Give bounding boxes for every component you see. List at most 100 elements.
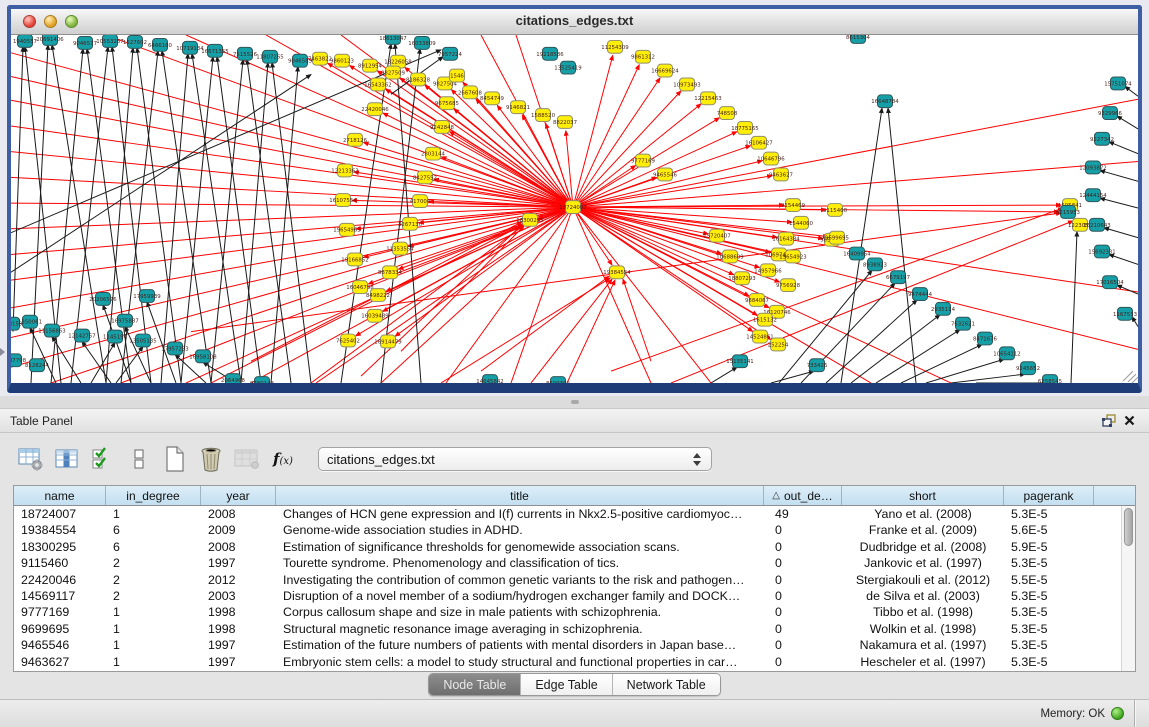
network-node[interactable]: 8454749 xyxy=(480,92,505,105)
table-row[interactable]: 2242004622012Investigating the contribut… xyxy=(14,572,1135,588)
table-cell[interactable]: Estimation of significance thresholds fo… xyxy=(276,539,764,555)
network-node[interactable]: 8878334 xyxy=(378,266,403,279)
table-cell[interactable]: 2008 xyxy=(201,539,276,555)
network-node[interactable]: 9245652 xyxy=(1016,362,1040,375)
column-visibility-icon[interactable] xyxy=(52,445,82,473)
table-cell[interactable]: 5.3E-5 xyxy=(1004,637,1094,653)
table-row[interactable]: 977716911998Corpus callosum shape and si… xyxy=(14,604,1135,620)
float-window-icon[interactable] xyxy=(1099,412,1119,430)
network-canvas[interactable]: 1940557206914069046577105532871527602646… xyxy=(11,35,1138,383)
network-node[interactable]: 16975887 xyxy=(111,314,138,327)
table-cell[interactable]: 1997 xyxy=(201,654,276,670)
network-node[interactable]: 2718126 xyxy=(343,133,368,146)
table-cell[interactable]: 5.3E-5 xyxy=(1004,621,1094,637)
table-cell[interactable]: 19384554 xyxy=(14,522,106,538)
network-edge[interactable] xyxy=(1132,317,1138,327)
network-node[interactable]: 10654112 xyxy=(993,347,1020,360)
network-edge[interactable] xyxy=(11,75,311,273)
network-edge[interactable] xyxy=(623,279,651,361)
table-cell[interactable]: 5.9E-5 xyxy=(1004,539,1094,555)
splitter-grip[interactable] xyxy=(571,400,579,404)
network-node[interactable]: 7632621 xyxy=(951,317,975,330)
network-edge[interactable] xyxy=(573,78,660,207)
table-cell[interactable]: 0 xyxy=(764,654,842,670)
table-row[interactable]: 911546021997Tourette syndrome. Phenomeno… xyxy=(14,555,1135,571)
network-edge[interactable] xyxy=(926,359,1004,383)
network-node[interactable]: 10553287 xyxy=(96,35,123,47)
network-edge[interactable] xyxy=(441,157,573,207)
table-row[interactable]: 1938455462009Genome-wide association stu… xyxy=(14,522,1135,538)
network-edge[interactable] xyxy=(192,54,241,383)
panel-splitter[interactable] xyxy=(0,396,1149,408)
network-edge[interactable] xyxy=(573,207,1059,212)
network-node[interactable]: 13525419 xyxy=(554,61,582,74)
table-cell[interactable]: 5.3E-5 xyxy=(1004,604,1094,620)
network-node[interactable]: 12142757 xyxy=(68,329,95,342)
network-edge[interactable] xyxy=(573,207,721,254)
network-edge[interactable] xyxy=(1109,254,1138,264)
network-node[interactable]: 8186328 xyxy=(406,73,431,86)
network-node[interactable]: 19218586 xyxy=(536,47,564,60)
table-cell[interactable]: 0 xyxy=(764,621,842,637)
network-node[interactable]: 1588520 xyxy=(531,109,556,122)
table-cell[interactable]: Embryonic stem cells: a model to study s… xyxy=(276,654,764,670)
network-node[interactable]: 16671355 xyxy=(201,44,228,57)
table-cell[interactable]: 1997 xyxy=(201,555,276,571)
network-edge[interactable] xyxy=(1125,86,1138,96)
network-node[interactable]: 9861312 xyxy=(631,50,655,63)
table-cell[interactable]: Yano et al. (2008) xyxy=(842,506,1004,522)
network-node[interactable]: 11807265 xyxy=(256,50,283,63)
network-node[interactable]: 12093872 xyxy=(1079,161,1106,174)
table-cell[interactable]: Structural magnetic resonance image aver… xyxy=(276,621,764,637)
network-node[interactable]: 8609302 xyxy=(546,377,570,383)
network-node[interactable]: 1544060 xyxy=(789,216,814,229)
network-node[interactable]: 1527602 xyxy=(123,35,147,48)
table-cell[interactable]: 5.3E-5 xyxy=(1004,506,1094,522)
network-node[interactable]: 748508 xyxy=(717,107,738,120)
table-cell[interactable]: 0 xyxy=(764,588,842,604)
network-node[interactable]: 9465546 xyxy=(653,168,678,181)
network-node[interactable]: 9463627 xyxy=(769,168,793,181)
network-node[interactable]: 1940557 xyxy=(13,35,37,47)
table-cell[interactable]: 0 xyxy=(764,539,842,555)
network-node[interactable]: 733426 xyxy=(807,359,828,372)
selection-mode-icon[interactable] xyxy=(88,445,118,473)
column-header-pagerank[interactable]: pagerank xyxy=(1004,486,1094,505)
network-edge[interactable] xyxy=(771,371,814,383)
network-edge[interactable] xyxy=(11,177,573,207)
network-node[interactable]: 8912954 xyxy=(358,59,383,72)
network-edge[interactable] xyxy=(888,108,916,383)
network-edge[interactable] xyxy=(511,207,573,383)
column-header-short[interactable]: short xyxy=(842,486,1004,505)
network-node[interactable]: 1546 xyxy=(450,69,465,82)
table-row[interactable]: 969969511998Structural magnetic resonanc… xyxy=(14,621,1135,637)
network-node[interactable]: 6679197 xyxy=(886,271,910,284)
table-cell[interactable]: 1 xyxy=(106,621,201,637)
table-cell[interactable]: 0 xyxy=(764,572,842,588)
table-cell[interactable]: Tourette syndrome. Phenomenology and cla… xyxy=(276,555,764,571)
table-cell[interactable]: Disruption of a novel member of a sodium… xyxy=(276,588,764,604)
network-node[interactable]: 10646796 xyxy=(757,152,785,165)
network-edge[interactable] xyxy=(1117,116,1138,129)
table-cell[interactable]: 1 xyxy=(106,637,201,653)
network-edge[interactable] xyxy=(1109,142,1138,154)
row-merge-icon[interactable] xyxy=(124,445,154,473)
table-cell[interactable]: 5.5E-5 xyxy=(1004,572,1094,588)
network-node[interactable]: 16669624 xyxy=(651,64,679,77)
table-cell[interactable]: Corpus callosum shape and size in male p… xyxy=(276,604,764,620)
column-header-title[interactable]: title xyxy=(276,486,764,505)
network-node[interactable]: 17959939 xyxy=(133,290,161,303)
network-node[interactable]: 14645842 xyxy=(476,375,503,383)
network-node[interactable]: 15135141 xyxy=(726,355,753,368)
table-cell[interactable]: Dudbridge et al. (2008) xyxy=(842,539,1004,555)
table-cell[interactable]: 5.6E-5 xyxy=(1004,522,1094,538)
network-node[interactable]: 9227342 xyxy=(1090,132,1114,145)
table-cell[interactable]: 14569117 xyxy=(14,588,106,604)
table-cell[interactable]: 1 xyxy=(106,654,201,670)
network-node[interactable]: 16164384 xyxy=(772,232,800,245)
table-cell[interactable]: 2003 xyxy=(201,588,276,604)
network-window-titlebar[interactable]: citations_edges.txt xyxy=(11,9,1138,35)
network-node[interactable]: 6258545 xyxy=(1038,375,1062,383)
column-header-out_de[interactable]: △out_de… xyxy=(764,486,842,505)
table-cell[interactable]: 6 xyxy=(106,539,201,555)
